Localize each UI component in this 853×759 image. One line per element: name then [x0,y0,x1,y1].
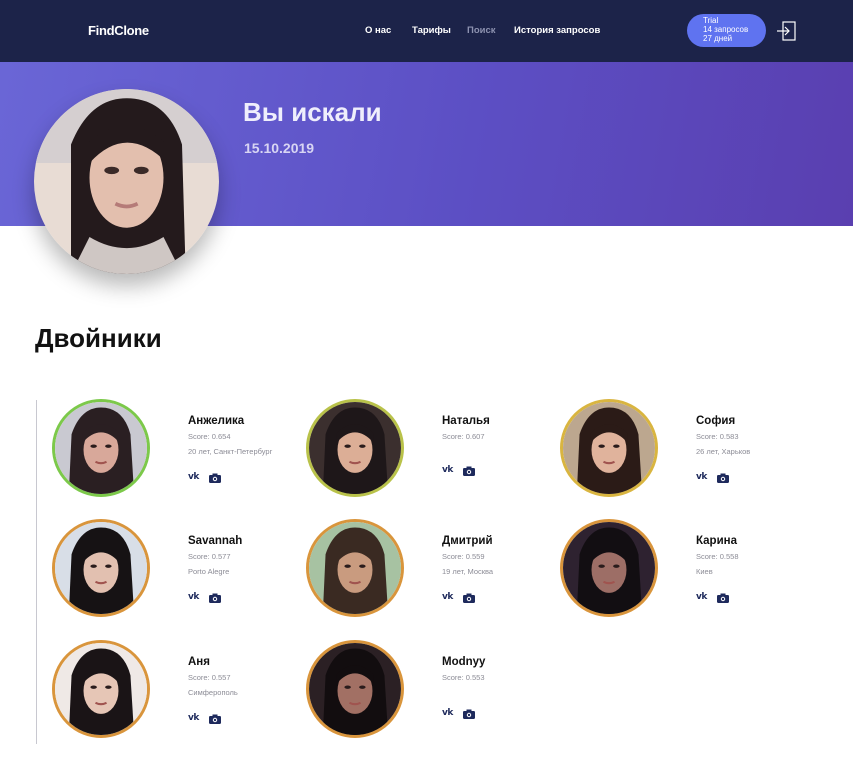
result-name: София [696,415,736,427]
result-score: Score: 0.559 [442,552,485,561]
section-title: Двойники [35,323,162,353]
hero-title: Вы искали [243,97,382,127]
result-name: Аня [188,656,210,668]
hero-date: 15.10.2019 [244,140,315,156]
result-location: Киев [696,567,713,576]
result-photo[interactable] [306,640,404,738]
result-score: Score: 0.558 [696,552,739,561]
camera-icon[interactable] [463,466,475,476]
results-divider [36,400,37,744]
result-photo[interactable] [52,640,150,738]
vk-icon[interactable]: vk [442,465,453,475]
result-score: Score: 0.654 [188,432,231,441]
vk-icon[interactable]: vk [696,472,707,482]
result-name: Дмитрий [442,535,493,547]
result-score: Score: 0.553 [442,673,485,682]
result-photo[interactable] [560,399,658,497]
result-location: Симферополь [188,688,238,697]
result-score: Score: 0.577 [188,552,231,561]
vk-icon[interactable]: vk [188,592,199,602]
vk-icon[interactable]: vk [442,592,453,602]
camera-icon[interactable] [209,714,221,724]
camera-icon[interactable] [463,593,475,603]
result-photo[interactable] [52,399,150,497]
result-location: Porto Alegre [188,567,230,576]
result-photo[interactable] [306,399,404,497]
camera-icon[interactable] [717,473,729,483]
top-navigation-bar: FindClone О нас Тарифы Поиск История зап… [0,0,853,62]
camera-icon[interactable] [463,709,475,719]
result-score: Score: 0.583 [696,432,739,441]
result-name: Modnyy [442,656,486,668]
camera-icon[interactable] [717,593,729,603]
trial-days: 27 дней [703,34,733,43]
result-photo[interactable] [306,519,404,617]
logo[interactable]: FindClone [88,23,149,38]
result-name: Наталья [442,415,490,427]
result-score: Score: 0.557 [188,673,231,682]
logout-icon[interactable] [775,20,797,42]
nav-history[interactable]: История запросов [514,25,600,36]
vk-icon[interactable]: vk [442,708,453,718]
result-photo[interactable] [52,519,150,617]
result-score: Score: 0.607 [442,432,485,441]
nav-about[interactable]: О нас [365,25,391,36]
camera-icon[interactable] [209,473,221,483]
result-location: 19 лет, Москва [442,567,494,576]
vk-icon[interactable]: vk [696,592,707,602]
result-location: 26 лет, Харьков [696,447,751,456]
trial-plan: Trial [703,16,719,25]
vk-icon[interactable]: vk [188,713,199,723]
nav-search[interactable]: Поиск [467,25,496,36]
camera-icon[interactable] [209,593,221,603]
vk-icon[interactable]: vk [188,472,199,482]
result-location: 20 лет, Санкт-Петербург [188,447,273,456]
result-name: Карина [696,535,737,547]
query-photo [34,89,219,274]
result-name: Анжелика [188,415,245,427]
result-name: Savannah [188,535,243,547]
trial-requests: 14 запросов [703,25,749,34]
trial-badge[interactable]: Trial 14 запросов 27 дней [687,14,766,47]
result-photo[interactable] [560,519,658,617]
nav-pricing[interactable]: Тарифы [412,25,451,36]
